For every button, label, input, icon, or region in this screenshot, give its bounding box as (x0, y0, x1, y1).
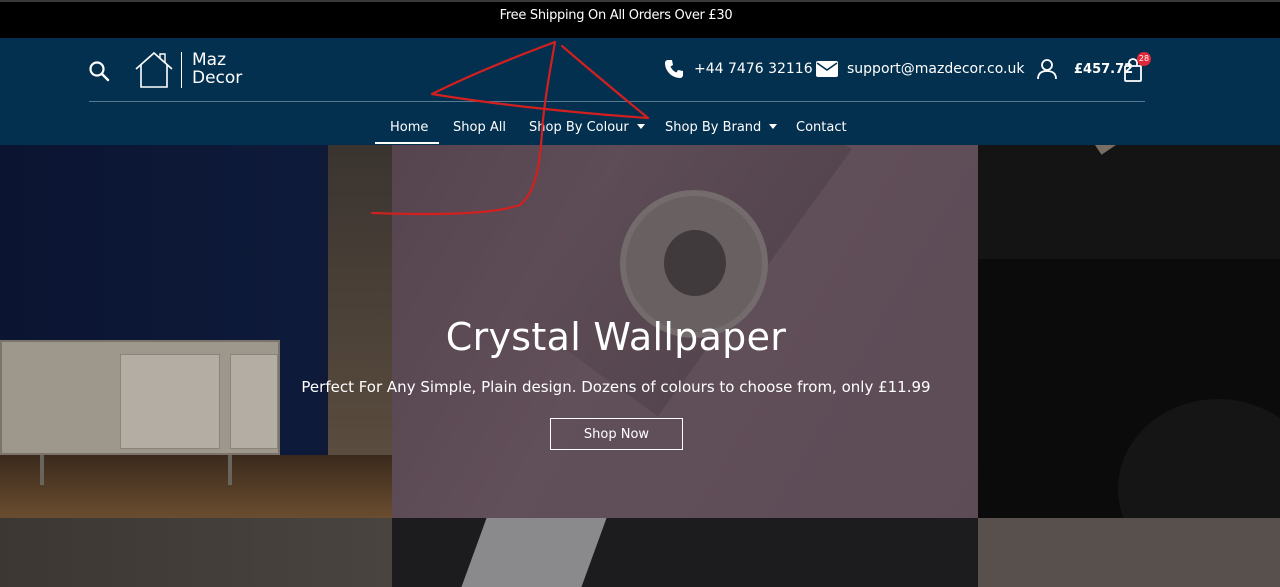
nav-contact[interactable]: Contact (796, 120, 847, 135)
nav-contact-label: Contact (796, 120, 847, 135)
sideboard-leg (40, 455, 44, 485)
site-logo[interactable]: Maz Decor (134, 50, 254, 90)
shop-now-button[interactable]: Shop Now (550, 418, 683, 450)
nav-shop-all-label: Shop All (453, 120, 506, 135)
wallpaper-stripe (457, 518, 607, 587)
main-nav: Home Shop All Shop By Colour Shop By Bra… (0, 102, 1280, 145)
nav-shop-all[interactable]: Shop All (453, 120, 506, 135)
site-header: Maz Decor +44 7476 32116 support@mazdeco… (0, 38, 1280, 145)
announcement-text: Free Shipping On All Orders Over £30 (499, 8, 733, 23)
logo-line-1: Maz (192, 50, 227, 70)
phone-number[interactable]: +44 7476 32116 (694, 61, 813, 77)
room-floor (0, 455, 392, 518)
dark-wallpaper-image (978, 145, 1280, 259)
cart-count-badge: 28 (1137, 52, 1151, 66)
nav-shop-by-brand-label: Shop By Brand (665, 120, 762, 135)
wallpaper-swatch-image (978, 518, 1280, 587)
logo-text: Maz Decor (192, 51, 242, 87)
house-logo-icon (135, 51, 173, 88)
nav-shop-by-colour[interactable]: Shop By Colour (529, 120, 645, 135)
wallpaper-swatch-image (0, 518, 392, 587)
wallpaper-stripe (1068, 145, 1280, 155)
mail-icon[interactable] (816, 61, 838, 77)
logo-divider (181, 52, 182, 88)
hero-subtitle: Perfect For Any Simple, Plain design. Do… (301, 378, 931, 396)
hero-title: Crystal Wallpaper (445, 315, 787, 359)
sideboard-panel (230, 354, 278, 449)
phone-icon[interactable] (664, 59, 684, 79)
nav-home[interactable]: Home (390, 120, 428, 135)
announcement-bar: Free Shipping On All Orders Over £30 (0, 0, 1280, 38)
search-icon[interactable] (88, 60, 110, 82)
user-icon[interactable] (1036, 58, 1058, 80)
support-email[interactable]: support@mazdecor.co.uk (847, 61, 1024, 77)
nav-shop-by-colour-label: Shop By Colour (529, 120, 629, 135)
wallpaper-swatch-image (392, 518, 978, 587)
nav-shop-by-brand[interactable]: Shop By Brand (665, 120, 778, 135)
logo-line-2: Decor (192, 68, 243, 88)
nav-home-label: Home (390, 120, 429, 135)
chevron-down-icon (769, 124, 778, 129)
sideboard-panel (120, 354, 220, 449)
black-roll (1118, 399, 1280, 518)
sideboard-leg (228, 455, 232, 485)
nav-active-indicator (375, 142, 439, 144)
hero-banner: Crystal Wallpaper Perfect For Any Simple… (0, 145, 1280, 587)
room-window (328, 145, 392, 455)
chevron-down-icon (636, 124, 645, 129)
